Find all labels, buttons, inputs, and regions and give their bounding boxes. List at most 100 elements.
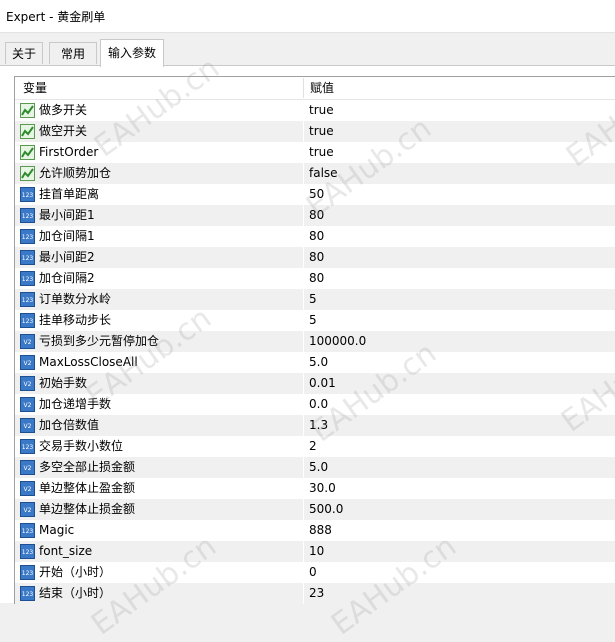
- table-row[interactable]: V2 多空全部止损金额 5.0: [15, 457, 615, 478]
- param-value[interactable]: true: [309, 100, 334, 121]
- svg-text:123: 123: [22, 444, 34, 451]
- param-value[interactable]: true: [309, 142, 334, 163]
- parameter-rows: 做多开关 true 做空开关 true FirstOrder true 允许顺势加仓 fals…: [15, 100, 615, 604]
- param-value[interactable]: 500.0: [309, 499, 343, 520]
- param-name: 挂单移动步长: [39, 313, 112, 327]
- param-value[interactable]: 80: [309, 268, 324, 289]
- row-divider: [303, 184, 304, 205]
- table-row[interactable]: 123 Magic 888: [15, 520, 615, 541]
- param-value[interactable]: true: [309, 121, 334, 142]
- table-row[interactable]: 123 加仓间隔2 80: [15, 268, 615, 289]
- row-divider: [303, 457, 304, 478]
- table-row[interactable]: 123 最小间距1 80: [15, 205, 615, 226]
- table-row[interactable]: 做多开关 true: [15, 100, 615, 121]
- table-row[interactable]: V2 加仓倍数值 1.3: [15, 415, 615, 436]
- row-divider: [303, 268, 304, 289]
- param-value[interactable]: 2: [309, 436, 317, 457]
- table-row[interactable]: 123 挂单移动步长 5: [15, 310, 615, 331]
- double-param-icon: V2: [20, 502, 35, 517]
- param-value[interactable]: 5.0: [309, 352, 328, 373]
- title-bar: Expert - 黄金刷单: [0, 0, 615, 33]
- param-value[interactable]: 80: [309, 205, 324, 226]
- table-row[interactable]: 123 font_size 10: [15, 541, 615, 562]
- param-value[interactable]: 50: [309, 184, 324, 205]
- table-row[interactable]: 123 订单数分水岭 5: [15, 289, 615, 310]
- param-name: 做空开关: [39, 124, 88, 138]
- tab-inputs[interactable]: 输入参数: [100, 39, 164, 67]
- table-row[interactable]: 123 结束（小时） 23: [15, 583, 615, 604]
- double-param-icon: V2: [20, 334, 35, 349]
- int-param-icon: 123: [20, 250, 35, 265]
- param-name: 加仓递增手数: [39, 397, 112, 411]
- svg-text:123: 123: [22, 255, 34, 262]
- svg-text:123: 123: [22, 276, 34, 283]
- table-row[interactable]: V2 MaxLossCloseAll 5.0: [15, 352, 615, 373]
- param-value[interactable]: 100000.0: [309, 331, 366, 352]
- double-param-icon: V2: [20, 418, 35, 433]
- table-row[interactable]: 123 最小间距2 80: [15, 247, 615, 268]
- int-param-icon: 123: [20, 229, 35, 244]
- svg-text:V2: V2: [24, 402, 32, 409]
- table-row[interactable]: 123 挂首单距离 50: [15, 184, 615, 205]
- param-value[interactable]: 5: [309, 310, 317, 331]
- svg-text:V2: V2: [24, 381, 32, 388]
- param-value[interactable]: 1.3: [309, 415, 328, 436]
- param-name: 结束（小时）: [39, 586, 112, 600]
- tab-about[interactable]: 关于: [5, 42, 43, 64]
- column-divider[interactable]: [303, 78, 304, 98]
- column-header-value[interactable]: 赋值: [310, 77, 334, 99]
- table-row[interactable]: V2 单边整体止损金额 500.0: [15, 499, 615, 520]
- int-param-icon: 123: [20, 586, 35, 601]
- row-divider: [303, 373, 304, 394]
- table-row[interactable]: V2 初始手数 0.01: [15, 373, 615, 394]
- table-row[interactable]: 123 交易手数小数位 2: [15, 436, 615, 457]
- param-value[interactable]: 80: [309, 247, 324, 268]
- row-divider: [303, 415, 304, 436]
- param-name: 加仓间隔1: [39, 229, 95, 243]
- table-row[interactable]: FirstOrder true: [15, 142, 615, 163]
- table-row[interactable]: 123 开始（小时） 0: [15, 562, 615, 583]
- table-row[interactable]: 允许顺势加仓 false: [15, 163, 615, 184]
- int-param-icon: 123: [20, 544, 35, 559]
- svg-text:123: 123: [22, 318, 34, 325]
- window-title: Expert - 黄金刷单: [6, 10, 106, 24]
- tab-common[interactable]: 常用: [49, 42, 97, 64]
- int-param-icon: 123: [20, 208, 35, 223]
- svg-text:V2: V2: [24, 486, 32, 493]
- param-value[interactable]: 0: [309, 562, 317, 583]
- param-name: 亏损到多少元暂停加仓: [39, 334, 160, 348]
- inputs-panel: 变量 赋值 做多开关 true 做空开关 true FirstOrder true 允许顺势…: [0, 51, 615, 642]
- param-name: 单边整体止损金额: [39, 502, 136, 516]
- row-divider: [303, 520, 304, 541]
- table-row[interactable]: V2 单边整体止盈金额 30.0: [15, 478, 615, 499]
- bool-param-icon: [20, 145, 35, 160]
- param-value[interactable]: 30.0: [309, 478, 336, 499]
- param-value[interactable]: 888: [309, 520, 332, 541]
- table-row[interactable]: V2 亏损到多少元暂停加仓 100000.0: [15, 331, 615, 352]
- column-header-variable[interactable]: 变量: [23, 77, 47, 99]
- param-name: 单边整体止盈金额: [39, 481, 136, 495]
- param-name: Magic: [39, 523, 75, 537]
- double-param-icon: V2: [20, 355, 35, 370]
- svg-text:123: 123: [22, 297, 34, 304]
- param-name: 最小间距2: [39, 250, 95, 264]
- param-value[interactable]: 5.0: [309, 457, 328, 478]
- param-value[interactable]: 80: [309, 226, 324, 247]
- param-value[interactable]: 23: [309, 583, 324, 604]
- svg-text:V2: V2: [24, 360, 32, 367]
- param-value[interactable]: 5: [309, 289, 317, 310]
- svg-text:V2: V2: [24, 465, 32, 472]
- param-name: 开始（小时）: [39, 565, 112, 579]
- param-value[interactable]: 0.0: [309, 394, 328, 415]
- table-row[interactable]: V2 加仓递增手数 0.0: [15, 394, 615, 415]
- svg-text:V2: V2: [24, 423, 32, 430]
- param-value[interactable]: 0.01: [309, 373, 336, 394]
- param-name: MaxLossCloseAll: [39, 355, 138, 369]
- param-value[interactable]: 10: [309, 541, 324, 562]
- double-param-icon: V2: [20, 481, 35, 496]
- table-row[interactable]: 123 加仓间隔1 80: [15, 226, 615, 247]
- svg-text:123: 123: [22, 570, 34, 577]
- bool-param-icon: [20, 103, 35, 118]
- param-value[interactable]: false: [309, 163, 338, 184]
- table-row[interactable]: 做空开关 true: [15, 121, 615, 142]
